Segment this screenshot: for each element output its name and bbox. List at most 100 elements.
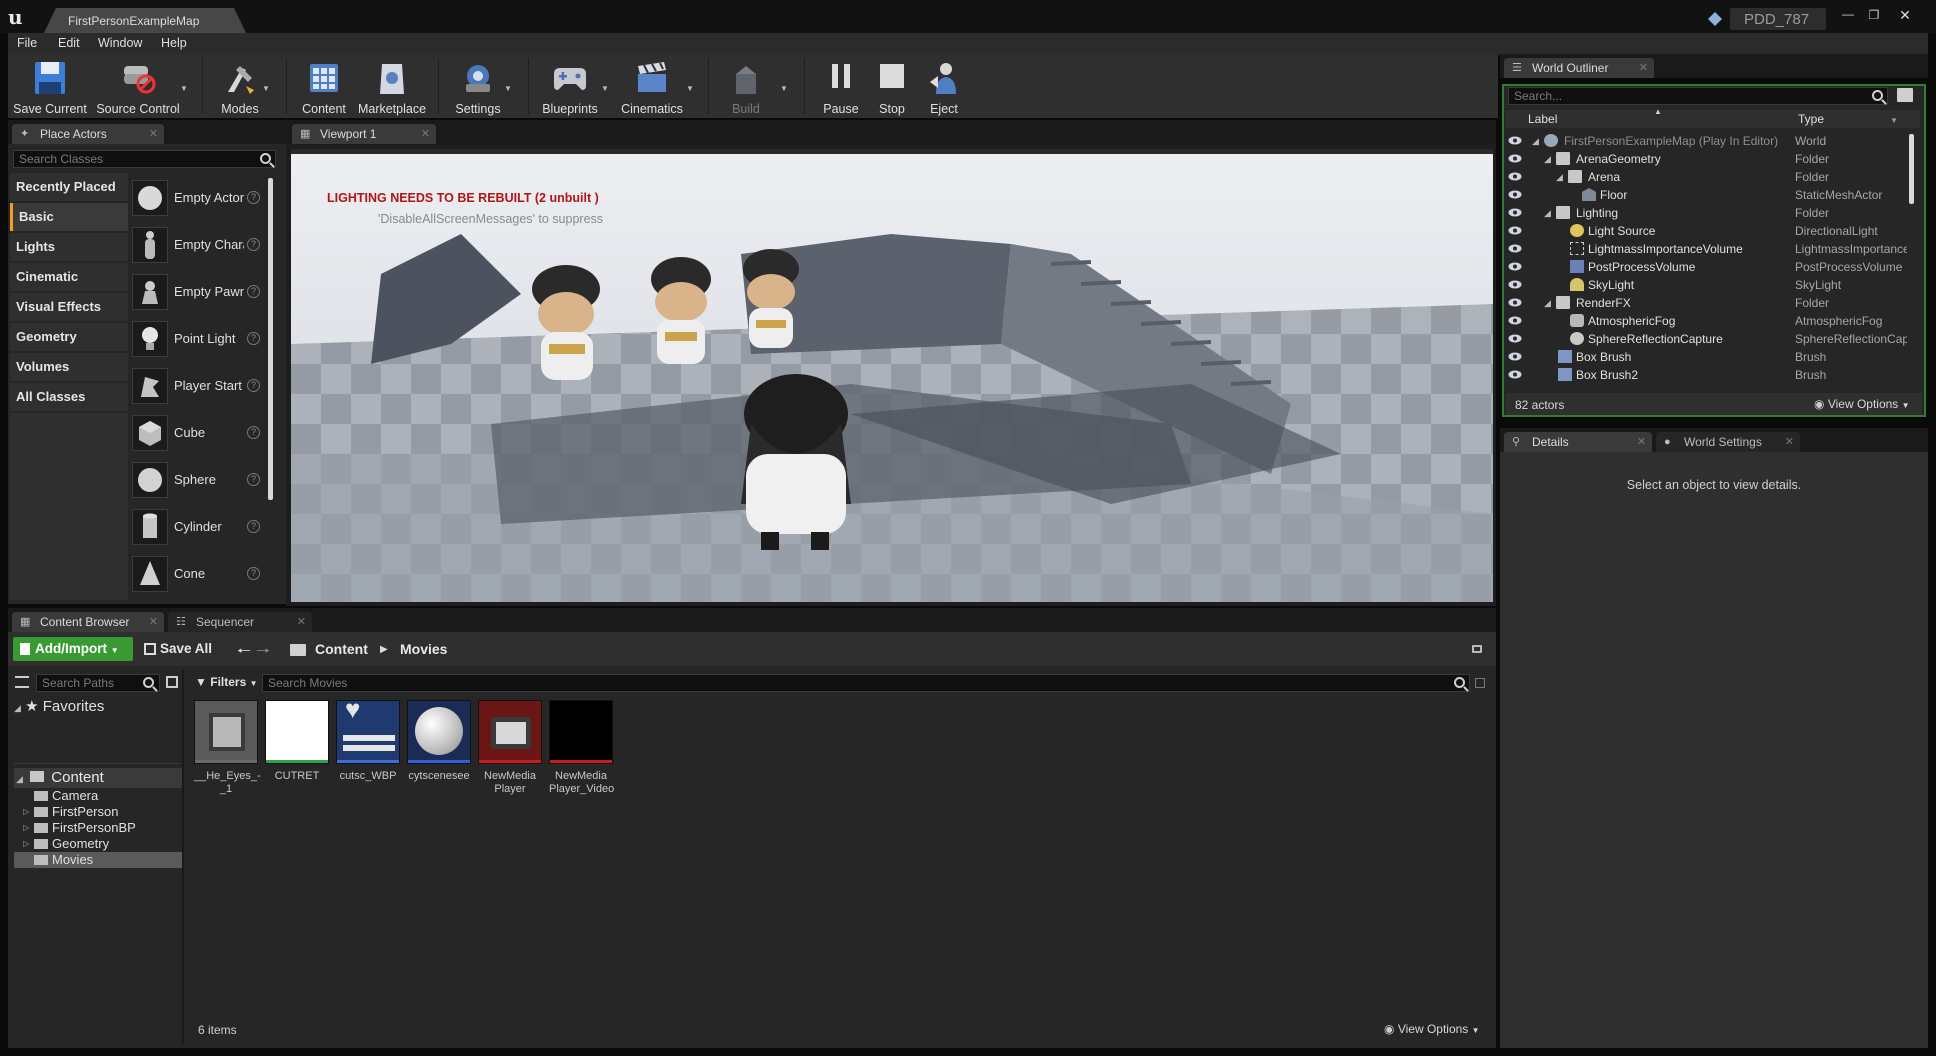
settings-button[interactable]: Settings xyxy=(446,56,510,116)
asset-tile[interactable]: NewMedia Player xyxy=(478,700,542,796)
stop-button[interactable]: Stop xyxy=(866,56,918,116)
outliner-row-folder[interactable]: ◢ RenderFX Folder xyxy=(1506,294,1910,312)
search-movies-input[interactable]: Search Movies xyxy=(262,674,1470,692)
help-icon[interactable]: ? xyxy=(247,285,260,298)
column-type-header[interactable]: Type xyxy=(1798,112,1824,126)
search-icon[interactable] xyxy=(1454,677,1465,688)
marketplace-button[interactable]: Marketplace xyxy=(356,56,428,116)
tab-sequencer[interactable]: ☷ Sequencer ✕ xyxy=(168,612,312,632)
search-classes-input[interactable]: Search Classes xyxy=(13,150,276,168)
outliner-row-actor[interactable]: AtmosphericFog AtmosphericFog xyxy=(1506,312,1910,330)
tree-folder-firstperson[interactable]: ▷ FirstPerson xyxy=(14,804,182,820)
close-tab-icon[interactable]: ✕ xyxy=(1639,58,1648,78)
category-volumes[interactable]: Volumes xyxy=(10,353,128,381)
close-window-button[interactable]: ✕ xyxy=(1890,7,1920,23)
collapse-arrow-icon[interactable]: ◢ xyxy=(1544,150,1551,168)
tab-viewport-1[interactable]: ▦ Viewport 1 ✕ xyxy=(292,124,436,144)
save-current-button[interactable]: Save Current xyxy=(12,56,88,116)
search-icon[interactable] xyxy=(260,153,271,164)
asset-tile[interactable]: CUTRET xyxy=(265,700,329,783)
menu-file[interactable]: File xyxy=(17,36,37,50)
menu-window[interactable]: Window xyxy=(98,36,142,50)
tree-folder-geometry[interactable]: ▷ Geometry xyxy=(14,836,182,852)
outliner-row-folder[interactable]: ◢ Arena Folder xyxy=(1506,168,1910,186)
category-basic[interactable]: Basic xyxy=(10,203,128,231)
actor-list-scrollbar[interactable] xyxy=(268,178,273,500)
outliner-row-folder[interactable]: ◢ Lighting Folder xyxy=(1506,204,1910,222)
actor-item-sphere[interactable]: Sphere ? xyxy=(130,458,264,502)
add-folder-icon[interactable] xyxy=(1897,88,1913,102)
category-visual-effects[interactable]: Visual Effects xyxy=(10,293,128,321)
asset-tile[interactable]: __He_Eyes_-_1 xyxy=(194,700,261,796)
actor-item-empty-pawn[interactable]: Empty Pawn ? xyxy=(130,270,264,314)
eject-button[interactable]: Eject xyxy=(918,56,970,116)
category-recently-placed[interactable]: Recently Placed xyxy=(10,173,128,201)
category-all-classes[interactable]: All Classes xyxy=(10,383,128,411)
help-icon[interactable]: ? xyxy=(247,567,260,580)
asset-tile[interactable]: cytscenesee xyxy=(407,700,471,783)
outliner-row-actor[interactable]: SphereReflectionCapture SphereReflection… xyxy=(1506,330,1910,348)
pause-button[interactable]: Pause xyxy=(812,56,870,116)
minimize-button[interactable]: — xyxy=(1836,7,1860,23)
tab-world-outliner[interactable]: ☰ World Outliner ✕ xyxy=(1504,58,1654,78)
outliner-row-actor[interactable]: PostProcessVolume PostProcessVolume xyxy=(1506,258,1910,276)
actor-item-empty-character[interactable]: Empty Character ? xyxy=(130,223,264,267)
actor-item-player-start[interactable]: Player Start ? xyxy=(130,364,264,408)
sources-toggle-icon[interactable] xyxy=(15,676,29,688)
save-search-icon[interactable] xyxy=(1475,678,1485,688)
asset-tile[interactable]: ♥ cutsc_WBP xyxy=(336,696,400,783)
outliner-row-actor[interactable]: Box Brush Brush xyxy=(1506,348,1910,366)
column-label-header[interactable]: Label xyxy=(1528,112,1557,126)
breadcrumb-separator-icon[interactable]: ▶ xyxy=(380,644,388,655)
maximize-button[interactable]: ❐ xyxy=(1862,7,1886,23)
modes-dropdown[interactable]: ▼ xyxy=(262,84,270,93)
lock-icon[interactable] xyxy=(1472,645,1482,653)
actor-item-cone[interactable]: Cone ? xyxy=(130,552,264,596)
help-icon[interactable]: ? xyxy=(247,379,260,392)
outliner-row-folder[interactable]: ◢ ArenaGeometry Folder xyxy=(1506,150,1910,168)
search-icon[interactable] xyxy=(1872,90,1883,101)
actor-item-point-light[interactable]: Point Light ? xyxy=(130,317,264,361)
content-view-options[interactable]: ◉ View Options ▼ xyxy=(1384,1022,1480,1036)
close-tab-icon[interactable]: ✕ xyxy=(149,124,158,144)
collapse-arrow-icon[interactable]: ◢ xyxy=(1544,204,1551,222)
history-back-button[interactable]: 🠐 xyxy=(237,640,251,667)
help-icon[interactable]: ? xyxy=(247,426,260,439)
view-list-icon[interactable] xyxy=(166,676,178,688)
category-geometry[interactable]: Geometry xyxy=(10,323,128,351)
unreal-logo-icon[interactable]: u xyxy=(8,7,30,27)
blueprints-button[interactable]: Blueprints xyxy=(536,56,604,116)
save-all-button[interactable]: Save All xyxy=(142,637,222,661)
outliner-row-actor[interactable]: SkyLight SkyLight xyxy=(1506,276,1910,294)
favorites-section[interactable]: ◢ ★ Favorites xyxy=(14,697,104,715)
collapse-arrow-icon[interactable]: ◢ xyxy=(1532,132,1539,150)
collapse-arrow-icon[interactable]: ◢ xyxy=(1544,294,1551,312)
close-tab-icon[interactable]: ✕ xyxy=(421,124,430,144)
close-tab-icon[interactable]: ✕ xyxy=(1785,432,1794,452)
actor-item-cylinder[interactable]: Cylinder ? xyxy=(130,505,264,549)
outliner-row-actor[interactable]: Light Source DirectionalLight xyxy=(1506,222,1910,240)
tab-world-settings[interactable]: ● World Settings ✕ xyxy=(1656,432,1800,452)
category-cinematic[interactable]: Cinematic xyxy=(10,263,128,291)
outliner-row-actor[interactable]: Floor StaticMeshActor xyxy=(1506,186,1910,204)
help-icon[interactable]: ? xyxy=(247,473,260,486)
outliner-row-actor[interactable]: Box Brush2 Brush xyxy=(1506,366,1910,384)
content-button[interactable]: Content xyxy=(294,56,354,116)
close-tab-icon[interactable]: ✕ xyxy=(297,612,306,632)
settings-dropdown[interactable]: ▼ xyxy=(504,84,512,93)
asset-tile[interactable]: NewMedia Player_Video xyxy=(549,700,614,796)
menu-edit[interactable]: Edit xyxy=(58,36,80,50)
source-control-dropdown[interactable]: ▼ xyxy=(180,84,188,93)
build-dropdown[interactable]: ▼ xyxy=(780,84,788,93)
collapse-arrow-icon[interactable]: ◢ xyxy=(1556,168,1563,186)
modes-button[interactable]: Modes xyxy=(210,56,270,116)
tree-folder-firstpersonbp[interactable]: ▷ FirstPersonBP xyxy=(14,820,182,836)
help-icon[interactable]: ? xyxy=(247,520,260,533)
outliner-scrollbar[interactable] xyxy=(1909,134,1914,204)
tree-root-content[interactable]: ◢ Content xyxy=(14,768,182,788)
outliner-search-input[interactable]: Search... xyxy=(1508,87,1888,105)
tab-details[interactable]: ⚲ Details ✕ xyxy=(1504,432,1652,452)
search-icon[interactable] xyxy=(143,677,154,688)
close-tab-icon[interactable]: ✕ xyxy=(1637,432,1646,452)
outliner-row-world[interactable]: ◢ FirstPersonExampleMap (Play In Editor)… xyxy=(1506,132,1910,150)
